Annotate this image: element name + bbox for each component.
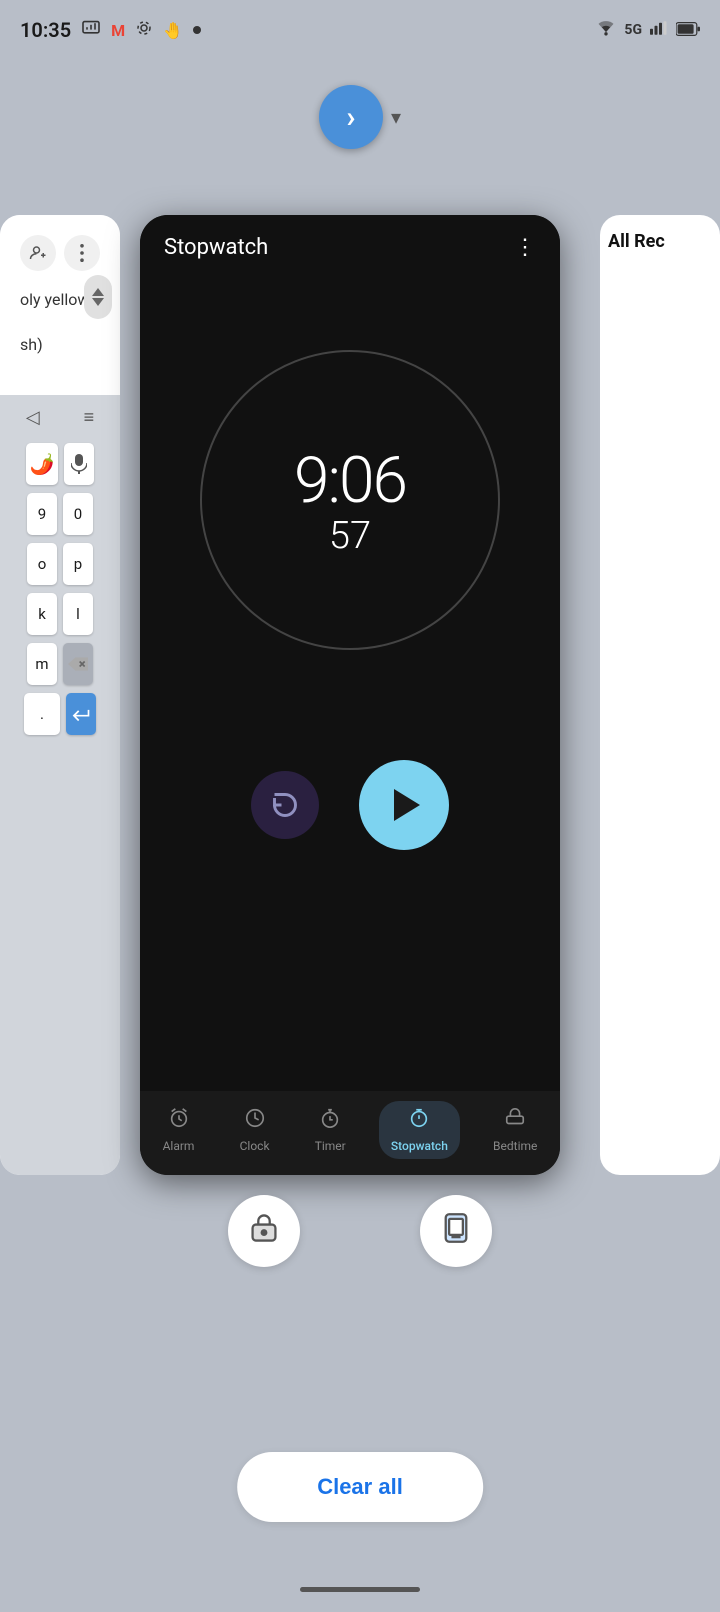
bottom-nav: Alarm Clock Timer Stopwatch Bedtime xyxy=(140,1091,560,1175)
clock-icon xyxy=(244,1107,266,1135)
nav-timer[interactable]: Timer xyxy=(303,1101,358,1159)
lock-screen-button[interactable] xyxy=(228,1195,300,1267)
lock-icon xyxy=(250,1212,278,1251)
screenshot-button[interactable] xyxy=(420,1195,492,1267)
below-cards-actions xyxy=(228,1195,492,1267)
key-o[interactable]: o xyxy=(27,543,57,585)
signal-icon xyxy=(650,20,668,40)
battery-icon xyxy=(676,21,700,40)
left-card-text2: sh) xyxy=(20,334,100,356)
status-gmail-icon: M xyxy=(111,21,125,40)
wifi-icon xyxy=(596,20,616,40)
key-k[interactable]: k xyxy=(27,593,57,635)
nav-bedtime-label: Bedtime xyxy=(493,1139,537,1153)
5g-icon: 5G xyxy=(624,22,642,38)
stopwatch-icon xyxy=(408,1107,430,1135)
phone-topbar: Stopwatch ⋮ xyxy=(140,215,560,270)
key-backspace[interactable] xyxy=(63,643,93,685)
keyboard-row-2: o p xyxy=(0,539,120,589)
clock-time-main: 9:06 xyxy=(294,443,406,518)
clock-circle: 9:06 57 xyxy=(200,350,500,650)
nav-stopwatch-label: Stopwatch xyxy=(391,1139,448,1153)
key-dot[interactable]: . xyxy=(24,693,60,735)
left-card: oly yellow) sh) ◁ ≡ 🌶️ 9 0 o p k xyxy=(0,215,120,1175)
controls-area xyxy=(140,730,560,880)
left-card-top: oly yellow) sh) xyxy=(0,215,120,395)
play-button[interactable] xyxy=(359,760,449,850)
add-contact-icon[interactable] xyxy=(20,235,56,271)
status-left: 10:35 M 🤚 xyxy=(20,18,201,42)
nav-timer-label: Timer xyxy=(315,1139,346,1153)
key-m[interactable]: m xyxy=(27,643,57,685)
status-time: 10:35 xyxy=(20,18,71,42)
left-card-icons xyxy=(12,227,108,279)
clear-all-button[interactable]: Clear all xyxy=(237,1452,483,1522)
right-card: All Rec xyxy=(600,215,720,1175)
play-icon xyxy=(394,789,420,821)
timer-icon xyxy=(319,1107,341,1135)
alarm-icon xyxy=(168,1107,190,1135)
phone-title: Stopwatch xyxy=(164,235,268,260)
nav-clock-label: Clock xyxy=(240,1139,270,1153)
more-options-icon[interactable] xyxy=(64,235,100,271)
keyboard-row-5: . xyxy=(0,689,120,739)
nav-stopwatch[interactable]: Stopwatch xyxy=(379,1101,460,1159)
keyboard-toolbar: ◁ ≡ xyxy=(0,395,120,439)
key-mic[interactable] xyxy=(64,443,94,485)
scroller-widget[interactable] xyxy=(84,275,112,319)
phone-menu-icon[interactable]: ⋮ xyxy=(514,235,536,260)
chevron-right-icon: › xyxy=(346,100,355,135)
nav-alarm-label: Alarm xyxy=(163,1139,195,1153)
switcher-button[interactable]: › xyxy=(319,85,383,149)
key-enter[interactable] xyxy=(66,693,96,735)
status-bar: 10:35 M 🤚 5G xyxy=(0,0,720,60)
clock-time-sub: 57 xyxy=(329,514,371,558)
reset-button[interactable] xyxy=(251,771,319,839)
center-card: Stopwatch ⋮ 9:06 57 Alarm xyxy=(140,215,560,1175)
keyboard-toolbar-icon2[interactable]: ≡ xyxy=(84,407,95,428)
status-radio-icon xyxy=(135,19,153,42)
keyboard: ◁ ≡ 🌶️ 9 0 o p k l m . xyxy=(0,395,120,1175)
keyboard-row-3: k l xyxy=(0,589,120,639)
home-indicator xyxy=(300,1587,420,1592)
key-0[interactable]: 0 xyxy=(63,493,93,535)
screenshot-icon xyxy=(442,1212,470,1251)
key-emoji[interactable]: 🌶️ xyxy=(26,443,59,485)
status-phone-icon xyxy=(81,20,101,41)
dropdown-arrow-icon: ▾ xyxy=(391,105,401,129)
keyboard-row-1: 9 0 xyxy=(0,489,120,539)
right-card-text: All Rec xyxy=(600,215,720,268)
status-hand-icon: 🤚 xyxy=(163,21,183,40)
nav-alarm[interactable]: Alarm xyxy=(151,1101,207,1159)
keyboard-toolbar-icon1[interactable]: ◁ xyxy=(26,407,40,428)
keyboard-row-4: m xyxy=(0,639,120,689)
keyboard-row-emoji: 🌶️ xyxy=(0,439,120,489)
clock-container: 9:06 57 xyxy=(140,270,560,730)
key-p[interactable]: p xyxy=(63,543,93,585)
status-dot-icon xyxy=(193,26,201,34)
nav-clock[interactable]: Clock xyxy=(228,1101,282,1159)
app-switcher-icon[interactable]: › ▾ xyxy=(319,85,401,149)
key-l[interactable]: l xyxy=(63,593,93,635)
bedtime-icon xyxy=(504,1107,526,1135)
key-9[interactable]: 9 xyxy=(27,493,57,535)
status-right: 5G xyxy=(596,20,700,40)
nav-bedtime[interactable]: Bedtime xyxy=(481,1101,549,1159)
